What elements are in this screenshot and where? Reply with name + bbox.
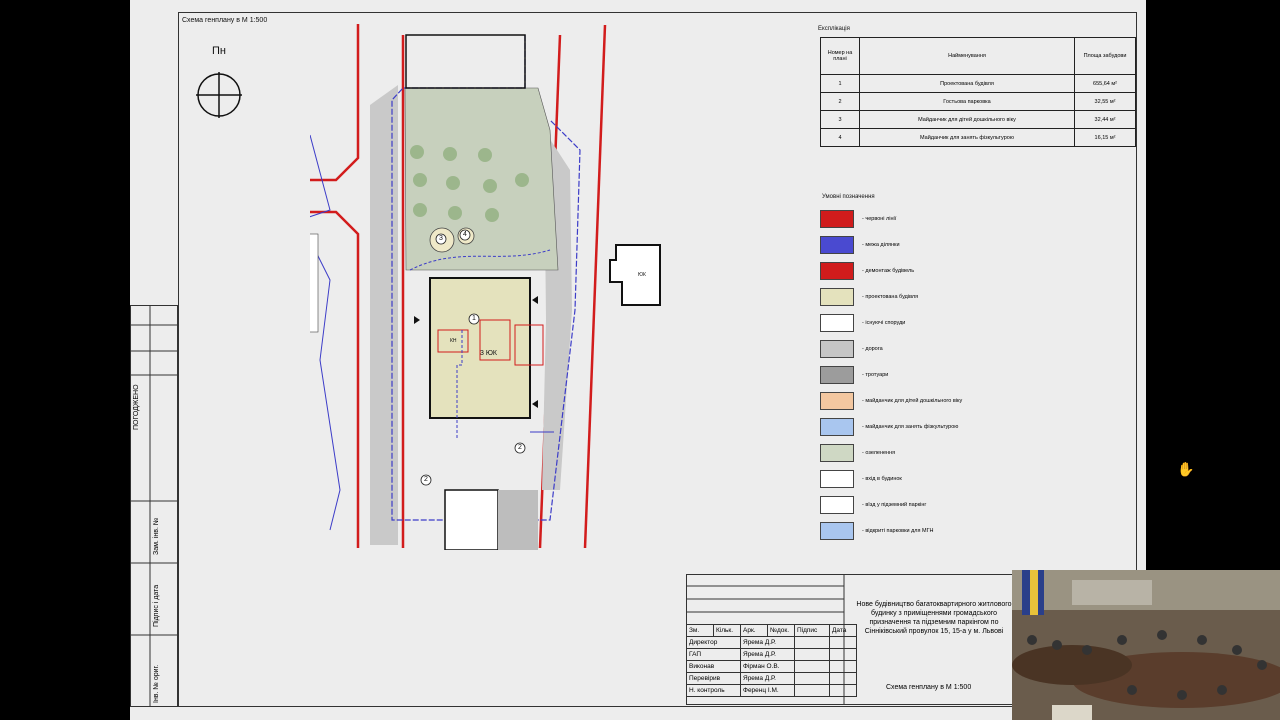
- legend-swatch: [820, 444, 854, 462]
- video-overlay[interactable]: [1012, 570, 1280, 720]
- cell: 32,44 м²: [1074, 110, 1136, 129]
- cell: 4: [820, 128, 860, 147]
- legend-swatch: [820, 340, 854, 358]
- explication-table: Номер на плані Найменування Площа забудо…: [820, 37, 1136, 147]
- kn-label: КН: [450, 338, 457, 344]
- legend-label: - червоні лінії: [862, 216, 897, 222]
- legend-swatch: [820, 522, 854, 540]
- marker-1: 1: [472, 315, 476, 322]
- legend-label: - проектована будівля: [862, 294, 919, 300]
- approved-label: ПОГОДЖЕНО: [133, 384, 140, 430]
- table-row: 1 Проектована будівля 655,64 м²: [820, 74, 1136, 93]
- drawing-sheet: Схема генплану в М 1:500 Пн 3 ЮК 1 2 3 4…: [130, 0, 1146, 720]
- cell: 2: [820, 92, 860, 111]
- north-label: Пн: [212, 45, 226, 57]
- cell: Ярема Д.Р.: [740, 672, 795, 685]
- legend-swatch: [820, 262, 854, 280]
- cell: Виконав: [686, 660, 741, 673]
- building-label: 3 ЮК: [480, 350, 497, 357]
- cell: Ярема Д.Р.: [740, 648, 795, 661]
- explication-title: Експлікація: [818, 26, 850, 32]
- legend-label: - межа ділянки: [862, 242, 900, 248]
- project-title: Нове будівництво багатоквартирного житло…: [856, 601, 1012, 635]
- cell: Проектована будівля: [859, 74, 1075, 93]
- approval-stamp: ПОГОДЖЕНО Зам. інв. № Підпис і дата Інв.…: [130, 305, 178, 707]
- legend-swatch: [820, 496, 854, 514]
- cell: Директор: [686, 636, 741, 649]
- marker-4: 4: [463, 231, 467, 238]
- cell: Арк.: [740, 624, 768, 637]
- legend-label: - озеленення: [862, 450, 896, 456]
- sign-date-label: Підпис і дата: [153, 584, 160, 627]
- cell: Гостьова парковка: [859, 92, 1075, 111]
- cell: Майданчик для дітей дошкільного віку: [859, 110, 1075, 129]
- cell: 1: [820, 74, 860, 93]
- cell: Н. контроль: [686, 684, 741, 697]
- cell: Ференц І.М.: [740, 684, 795, 697]
- cell: Майданчик для занять фізкультурою: [859, 128, 1075, 147]
- marker-2: 2: [518, 444, 522, 451]
- site-plan: [310, 24, 661, 550]
- cell: Кільк.: [713, 624, 741, 637]
- legend-label: - вхід в будинок: [862, 476, 902, 482]
- cell: №док.: [767, 624, 795, 637]
- plan-title: Схема генплану в М 1:500: [182, 17, 268, 24]
- legend-title: Умовні позначення: [822, 194, 875, 200]
- table-row: 3 Майданчик для дітей дошкільного віку 3…: [820, 110, 1136, 129]
- col-number: Номер на плані: [820, 37, 860, 75]
- legend-swatch: [820, 210, 854, 228]
- legend-label: - відкриті парковки для МГН: [862, 528, 934, 534]
- cell: Ярема Д.Р.: [740, 636, 795, 649]
- cell: Підпис: [794, 624, 830, 637]
- legend-label: - вїзд у підземний паркінг: [862, 502, 927, 508]
- cell: Фірман О.В.: [740, 660, 795, 673]
- cell: Зм.: [686, 624, 714, 637]
- cell: Перевірив: [686, 672, 741, 685]
- legend-label: - існуючі споруди: [862, 320, 906, 326]
- legend-swatch: [820, 288, 854, 306]
- cell: ГАП: [686, 648, 741, 661]
- legend-label: - дорога: [862, 346, 883, 352]
- legend-label: - тротуари: [862, 372, 889, 378]
- col-name: Найменування: [859, 37, 1075, 75]
- marker-2b: 2: [424, 476, 428, 483]
- legend-label: - демонтаж будівель: [862, 268, 915, 274]
- col-area: Площа забудови: [1074, 37, 1136, 75]
- north-arrow-icon: [196, 72, 242, 118]
- cell: 16,15 м²: [1074, 128, 1136, 147]
- table-row: 2 Гостьова парковка 32,55 м²: [820, 92, 1136, 111]
- hand-cursor-icon: ✋: [1177, 461, 1195, 477]
- signature-table: Зм. Кільк. Арк. №док. Підпис Дата Директ…: [686, 624, 857, 697]
- legend-swatch: [820, 418, 854, 436]
- legend-swatch: [820, 366, 854, 384]
- legend-swatch: [820, 236, 854, 254]
- sheet-name: Схема генплану в М 1:500: [886, 684, 972, 691]
- cell: Дата: [829, 624, 857, 637]
- cell: 32,55 м²: [1074, 92, 1136, 111]
- table-row: 4 Майданчик для занять фізкультурою 16,1…: [820, 128, 1136, 147]
- marker-3: 3: [439, 235, 443, 242]
- replace-inv-label: Зам. інв. №: [153, 517, 160, 555]
- legend-swatch: [820, 392, 854, 410]
- cell: 3: [820, 110, 860, 129]
- cell: 655,64 м²: [1074, 74, 1136, 93]
- legend-label: - майданчик для занять фізкультурою: [862, 424, 959, 430]
- legend-swatch: [820, 470, 854, 488]
- inv-orig-label: Інв. № ориг.: [153, 664, 160, 703]
- yk-label: ЮК: [638, 272, 646, 278]
- legend-label: - майданчик для дітей дошкільного віку: [862, 398, 963, 404]
- legend-swatch: [820, 314, 854, 332]
